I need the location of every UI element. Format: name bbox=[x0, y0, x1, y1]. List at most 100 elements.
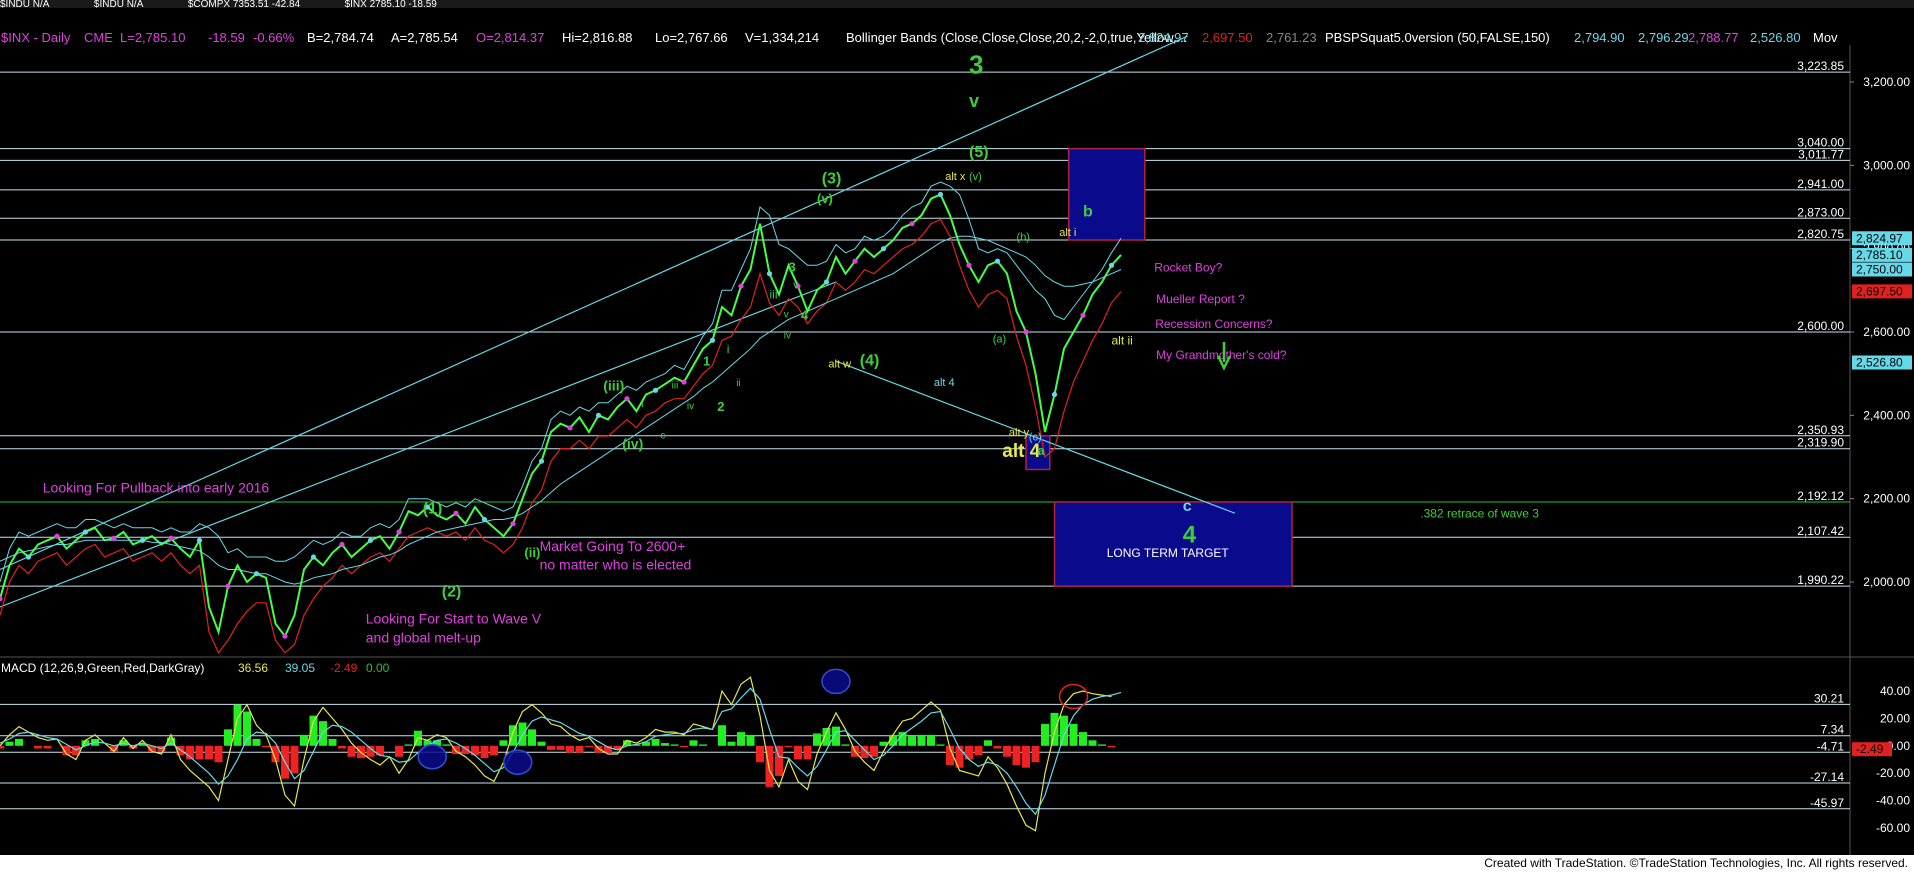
macd-hist-value: -2.49 bbox=[330, 661, 358, 675]
price-dot-69 bbox=[652, 387, 659, 393]
price-dot-57 bbox=[538, 458, 545, 464]
annotation-38: (ii) bbox=[524, 545, 540, 560]
macd-hist-bar-35 bbox=[328, 738, 337, 746]
level-label-10: 2,107.42 bbox=[1797, 524, 1844, 538]
annotation-4: (v) bbox=[969, 171, 982, 183]
macd-highlight-circle-0 bbox=[417, 744, 447, 770]
annotation-2: (5) bbox=[969, 144, 989, 161]
macd-hist-bar-28 bbox=[262, 745, 270, 748]
annotation-9: (b) bbox=[1017, 231, 1030, 243]
macd-hist-bar-56 bbox=[528, 729, 536, 746]
price-dot-3 bbox=[25, 554, 32, 560]
price-tag-label-0: 2,824.97 bbox=[1856, 231, 1903, 245]
annotation-3: alt x bbox=[945, 171, 966, 183]
macd-hist-bar-77 bbox=[727, 741, 736, 746]
annotation-17: alt w bbox=[828, 358, 851, 370]
price-dot-21 bbox=[196, 537, 203, 543]
macd-hist-bar-42 bbox=[395, 745, 403, 757]
annotation-30: (iv) bbox=[622, 436, 643, 452]
price-tag-label-3: 2,697.50 bbox=[1856, 284, 1903, 298]
annotation-40: Rocket Boy? bbox=[1154, 261, 1222, 275]
macd-hist-bar-73 bbox=[689, 740, 698, 746]
macd-hist-bar-34 bbox=[319, 721, 327, 746]
macd-series-macd bbox=[0, 676, 1112, 832]
annotation-34: a bbox=[1037, 443, 1045, 458]
price-dot-78 bbox=[738, 283, 744, 289]
macd-hist-bar-113 bbox=[1069, 723, 1078, 746]
macd-level-label-1: 7.34 bbox=[1821, 723, 1845, 737]
annotation-26: 2 bbox=[717, 399, 724, 414]
annotation-37: (1) bbox=[423, 500, 443, 517]
macd-hist-bar-98 bbox=[927, 734, 935, 746]
macd-hist-bar-108 bbox=[1022, 745, 1030, 768]
y-tick-label-0: 2,000.00 bbox=[1863, 575, 1910, 589]
price-dot-30 bbox=[282, 633, 288, 639]
macd-hist-bar-24 bbox=[224, 729, 232, 746]
level-label-9: 2,192.12 bbox=[1797, 489, 1844, 503]
macd-hist-bar-53 bbox=[499, 740, 508, 746]
macd-hist-bar-26 bbox=[243, 711, 251, 746]
price-dot-6 bbox=[54, 533, 60, 539]
annotation-39: (2) bbox=[442, 584, 462, 601]
macd-hist-bar-58 bbox=[547, 745, 555, 750]
annotation-13: 4 bbox=[801, 308, 809, 323]
annotation-11: v bbox=[793, 279, 799, 291]
macd-hist-bar-0 bbox=[0, 745, 4, 749]
price-dot-81 bbox=[766, 271, 773, 277]
series-pbs_avg bbox=[0, 235, 1122, 585]
macd-hist-bar-105 bbox=[993, 745, 1002, 749]
macd-hist-bar-89 bbox=[841, 744, 850, 746]
price-chart: 3,223.853,040.003,011.772,941.002,873.00… bbox=[0, 35, 1914, 855]
macd-hist-bar-63 bbox=[594, 745, 603, 753]
macd-tag-label-0: -2.49 bbox=[1856, 742, 1884, 756]
y-tick-label-5: 3,000.00 bbox=[1863, 158, 1910, 172]
macd-hist-bar-79 bbox=[746, 734, 755, 746]
price-dot-66 bbox=[624, 396, 630, 402]
annotation-45: LONG TERM TARGET bbox=[1107, 546, 1230, 560]
macd-hist-bar-80 bbox=[756, 745, 764, 763]
macd-hist-bar-59 bbox=[556, 745, 565, 750]
annotation-47: Market Going To 2600+ bbox=[540, 538, 686, 554]
price-dot-105 bbox=[994, 258, 1001, 264]
macd-tick-label-4: -40.00 bbox=[1876, 794, 1910, 808]
y-tick-label-1: 2,200.00 bbox=[1863, 492, 1910, 506]
footer-credit: Created with TradeStation. ©TradeStation… bbox=[1484, 856, 1908, 870]
trendline-1 bbox=[0, 281, 837, 608]
macd-hist-bar-4 bbox=[34, 745, 42, 749]
macd-hist-bar-111 bbox=[1050, 712, 1059, 746]
annotation-6: (v) bbox=[817, 191, 833, 206]
annotation-41: Mueller Report ? bbox=[1156, 292, 1245, 306]
annotation-46: Looking For Pullback into early 2016 bbox=[43, 479, 270, 495]
macd-hist-bar-27 bbox=[252, 738, 261, 746]
macd-hist-bar-116 bbox=[1098, 744, 1106, 746]
macd-hist-bar-1 bbox=[5, 741, 14, 746]
price-tag-label-2: 2,750.00 bbox=[1856, 263, 1903, 277]
price-dot-9 bbox=[82, 529, 89, 535]
macd-hist-bar-5 bbox=[43, 745, 52, 749]
price-dot-108 bbox=[1023, 329, 1029, 335]
level-label-6: 2,600.00 bbox=[1797, 319, 1844, 333]
price-dot-51 bbox=[481, 516, 488, 523]
annotation-50: and global melt-up bbox=[366, 629, 481, 645]
macd-hist-bar-69 bbox=[651, 738, 660, 746]
price-dot-24 bbox=[225, 583, 231, 589]
price-dot-36 bbox=[339, 541, 345, 548]
annotation-36: 4 bbox=[1183, 521, 1197, 548]
macd-hist-bar-32 bbox=[300, 734, 308, 746]
macd-level-label-2: -4.71 bbox=[1817, 739, 1845, 753]
target-box-0 bbox=[1068, 147, 1146, 241]
macd-title: MACD (12,26,9,Green,Red,DarkGray) bbox=[1, 661, 205, 675]
price-dot-90 bbox=[852, 258, 858, 264]
annotation-23: iii bbox=[672, 380, 679, 391]
macd-signal-value: 39.05 bbox=[285, 661, 316, 675]
macd-level-label-3: -27.14 bbox=[1810, 770, 1844, 784]
price-dot-48 bbox=[453, 510, 459, 516]
annotation-48: no matter who is elected bbox=[540, 557, 692, 573]
annotation-19: alt ii bbox=[1112, 334, 1133, 348]
price-dot-54 bbox=[510, 521, 516, 527]
level-label-2: 3,011.77 bbox=[1798, 147, 1844, 161]
annotation-14: v bbox=[784, 309, 789, 320]
level-label-5: 2,820.75 bbox=[1797, 227, 1844, 241]
level-label-11: 1,990.22 bbox=[1797, 573, 1844, 587]
macd-hist-bar-72 bbox=[680, 745, 688, 748]
